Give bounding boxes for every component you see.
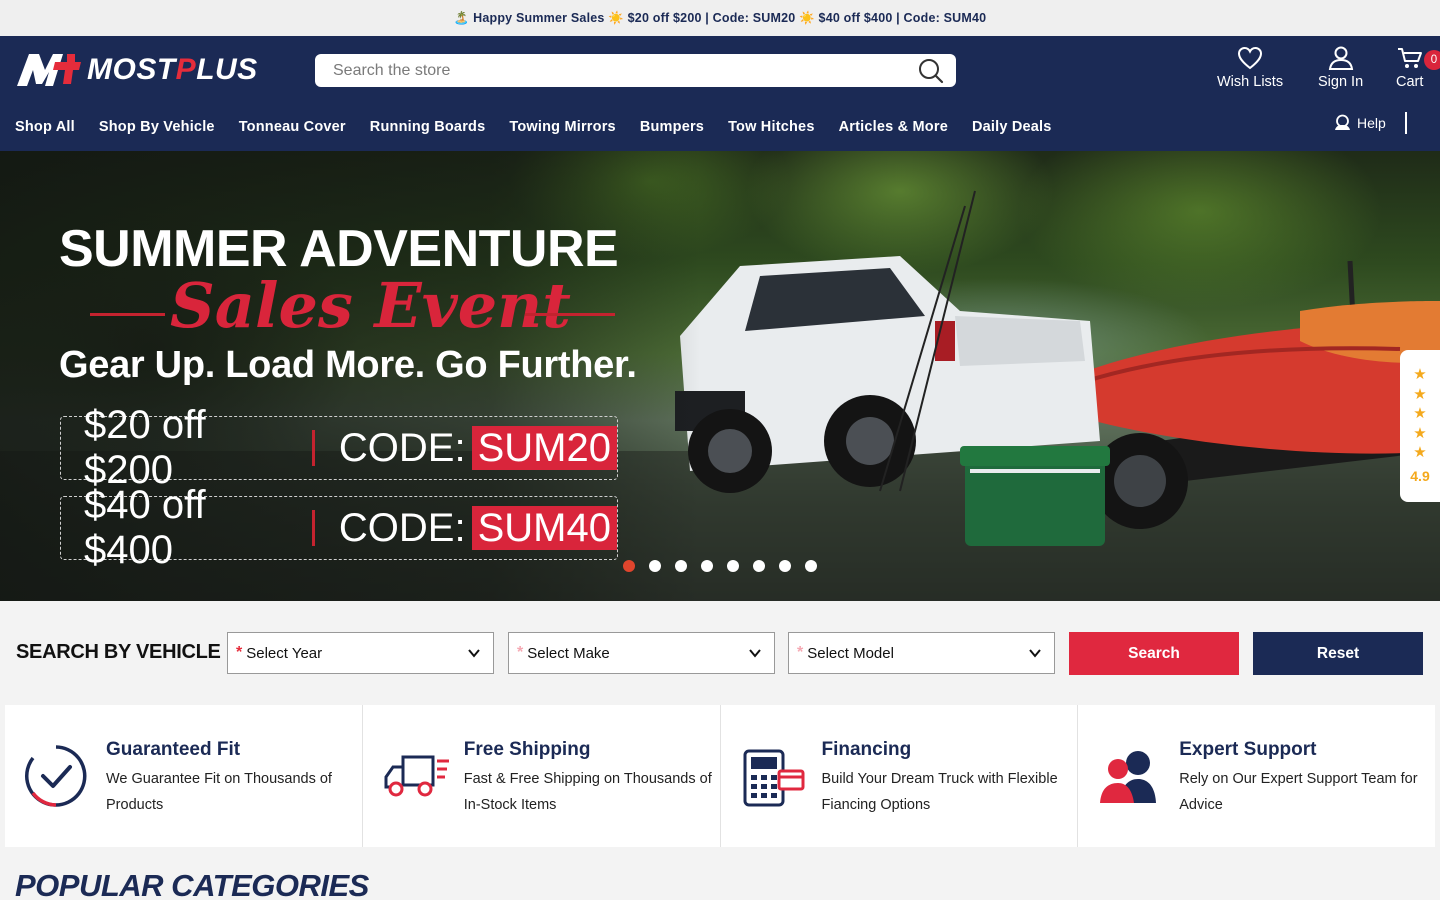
- carousel-dot-6[interactable]: [753, 560, 765, 572]
- hero-script-line-left: [90, 313, 165, 316]
- promo-text: 🏝️ Happy Summer Sales ☀️ $20 off $200 | …: [453, 10, 987, 25]
- rating-score: 4.9: [1410, 467, 1430, 484]
- required-asterisk: *: [236, 644, 243, 661]
- delivery-truck-icon: [384, 755, 449, 797]
- nav-articles-more[interactable]: Articles & More: [839, 119, 948, 135]
- feature-description: Build Your Dream Truck with Flexible Fia…: [821, 771, 1058, 813]
- feature-expert-support: Expert Support Rely on Our Expert Suppor…: [1078, 705, 1435, 847]
- nav-towing-mirrors[interactable]: Towing Mirrors: [509, 119, 615, 135]
- feature-title: Guaranteed Fit: [106, 739, 241, 760]
- cart-count-badge: 0: [1424, 50, 1440, 70]
- feature-description: Rely on Our Expert Support Team for Advi…: [1179, 771, 1418, 813]
- carousel-dot-7[interactable]: [779, 560, 791, 572]
- support-agent-icon: [1335, 114, 1350, 130]
- hero-offer-2: $40 off $400 CODE: SUM40: [60, 483, 618, 572]
- feature-title: Free Shipping: [463, 739, 591, 760]
- search-bar: [315, 54, 956, 87]
- search-icon: [919, 58, 944, 83]
- star-icon: ★: [1413, 424, 1427, 442]
- carousel-dot-3[interactable]: [675, 560, 687, 572]
- select-year[interactable]: * Select Year: [227, 632, 494, 674]
- feature-title: Expert Support: [1179, 739, 1317, 760]
- hero-subtitle: Gear Up. Load More. Go Further.: [59, 344, 637, 386]
- carousel-dot-2[interactable]: [649, 560, 661, 572]
- feature-financing: Financing Build Your Dream Truck with Fl…: [720, 705, 1078, 847]
- carousel-dot-4[interactable]: [701, 560, 713, 572]
- select-model[interactable]: * Select Model: [788, 632, 1055, 674]
- chevron-down-icon: [749, 649, 761, 658]
- hero-offer-1-label: CODE:: [338, 425, 466, 470]
- star-icon: ★: [1413, 385, 1427, 403]
- nav-shop-all[interactable]: Shop All: [15, 119, 75, 135]
- feature-description: We Guarantee Fit on Thousands of Product…: [106, 771, 332, 813]
- section-title-popular-categories: POPULAR CATEGORIES: [15, 868, 369, 900]
- star-icon: ★: [1413, 444, 1427, 461]
- logo-wordmark: MOSTPLUS: [87, 53, 258, 86]
- chevron-down-icon: [468, 649, 480, 658]
- heart-icon: [1238, 46, 1263, 70]
- wishlist-label: Wish Lists: [1217, 74, 1284, 90]
- star-icon: ★: [1413, 405, 1427, 422]
- hero-offer-1-amount: $20 off $200: [84, 403, 206, 492]
- hero-carousel-dots: [623, 560, 817, 572]
- wishlist-link[interactable]: Wish Lists: [1217, 46, 1283, 90]
- cart-link[interactable]: Cart 0: [1396, 46, 1440, 90]
- hero-script-line-right: [525, 313, 615, 316]
- nav-bumpers[interactable]: Bumpers: [640, 119, 704, 135]
- search-button[interactable]: [906, 54, 956, 87]
- feature-title: Financing: [821, 739, 912, 760]
- main-nav: Shop All Shop By Vehicle Tonneau Cover R…: [15, 119, 1052, 135]
- nav-tow-hitches[interactable]: Tow Hitches: [728, 119, 815, 135]
- feature-guaranteed-fit: Guaranteed Fit We Guarantee Fit on Thous…: [5, 705, 362, 847]
- site-header: MOSTPLUS Wish Lists Sign In Cart 0: [0, 36, 1440, 151]
- user-icon: [1328, 46, 1353, 70]
- star-icon: ★: [1413, 366, 1427, 383]
- select-model-label: Select Model: [807, 644, 894, 662]
- required-asterisk: *: [517, 644, 524, 661]
- signin-label: Sign In: [1318, 74, 1364, 90]
- carousel-dot-8[interactable]: [805, 560, 817, 572]
- vehicle-search-title: SEARCH BY VEHICLE: [16, 641, 221, 663]
- cart-label: Cart: [1396, 74, 1424, 90]
- signin-link[interactable]: Sign In: [1318, 46, 1363, 90]
- cart-icon: [1397, 48, 1422, 68]
- select-make[interactable]: * Select Make: [508, 632, 775, 674]
- carousel-dot-1[interactable]: [623, 560, 635, 572]
- hero-banner[interactable]: SUMMER ADVENTURE Sales Event Gear Up. Lo…: [0, 151, 1440, 601]
- logo-mark-icon: [15, 50, 81, 90]
- required-asterisk: *: [797, 644, 804, 661]
- vehicle-search: SEARCH BY VEHICLE * Select Year * Select…: [0, 601, 1440, 705]
- nav-tonneau-cover[interactable]: Tonneau Cover: [239, 119, 346, 135]
- hero-offer-2-label: CODE:: [338, 505, 466, 550]
- nav-daily-deals[interactable]: Daily Deals: [972, 119, 1052, 135]
- select-make-label: Select Make: [527, 644, 610, 662]
- logo[interactable]: MOSTPLUS: [15, 50, 258, 90]
- reviews-rating-widget[interactable]: ★ ★ ★ ★ ★ 4.9: [1400, 350, 1440, 502]
- hero-script-title: Sales Event: [170, 269, 571, 342]
- carousel-dot-5[interactable]: [727, 560, 739, 572]
- support-team-icon: [1100, 751, 1157, 803]
- nav-running-boards[interactable]: Running Boards: [370, 119, 486, 135]
- promo-bar: 🏝️ Happy Summer Sales ☀️ $20 off $200 | …: [0, 0, 1440, 36]
- hero-offer-2-amount: $40 off $400: [84, 483, 206, 572]
- hero-offer-2-code: SUM40: [471, 506, 617, 550]
- hero-offer-2-divider: [312, 510, 315, 546]
- feature-strip: Guaranteed Fit We Guarantee Fit on Thous…: [5, 705, 1435, 847]
- hero-offer-1-divider: [312, 430, 315, 466]
- vehicle-reset-button[interactable]: Reset: [1253, 632, 1423, 675]
- hero-offer-1: $20 off $200 CODE: SUM20: [60, 403, 618, 492]
- search-input[interactable]: [315, 54, 906, 87]
- vehicle-search-button[interactable]: Search: [1069, 632, 1239, 675]
- feature-description: Fast & Free Shipping on Thousands of In-…: [463, 771, 712, 813]
- select-year-label: Select Year: [246, 644, 323, 662]
- payment-terminal-icon: [743, 749, 804, 807]
- chevron-down-icon: [1029, 649, 1041, 658]
- header-divider: [1405, 112, 1407, 134]
- help-label: Help: [1357, 114, 1386, 131]
- help-link[interactable]: Help: [1334, 114, 1386, 131]
- nav-shop-by-vehicle[interactable]: Shop By Vehicle: [99, 119, 215, 135]
- feature-free-shipping: Free Shipping Fast & Free Shipping on Th…: [362, 705, 720, 847]
- hero-offer-1-code: SUM20: [471, 426, 617, 470]
- checkmark-circle-icon: [25, 745, 87, 807]
